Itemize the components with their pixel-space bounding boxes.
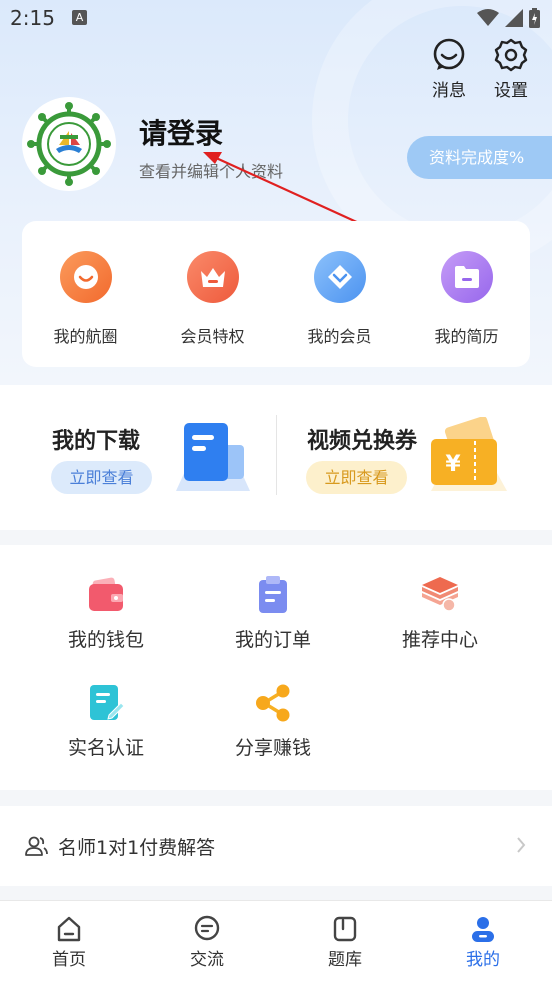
home-icon [57, 916, 81, 942]
quick-item-label: 我的航圈 [53, 327, 118, 346]
list-item-label: 名师1对1付费解答 [58, 836, 216, 859]
my-downloads-view-button[interactable]: 立即查看 [51, 461, 152, 494]
quick-item-icon-bg [186, 251, 239, 303]
clipboard-icon [259, 576, 287, 613]
quick-item-icon-bg [59, 251, 112, 303]
service-label: 推荐中心 [401, 629, 478, 651]
service-share-earn[interactable]: 分享赚钱 [188, 683, 358, 760]
service-real-name-verification[interactable]: 实名认证 [21, 683, 191, 760]
service-referral-center[interactable]: 推荐中心 [355, 575, 525, 652]
service-label: 分享赚钱 [234, 737, 311, 759]
quick-item-icon-bg [313, 251, 366, 303]
tab-label: 我的 [466, 950, 500, 970]
video-coupon-view-button[interactable]: 立即查看 [306, 461, 407, 494]
quick-item-my-circle[interactable]: 我的航圈 [31, 251, 141, 367]
settings-list: 名师1对1付费解答 [0, 806, 552, 886]
quick-item-icon-bg [440, 251, 493, 303]
video-coupon-title: 视频兑换券 [307, 429, 418, 454]
download-document-icon [176, 423, 250, 491]
services-grid: 我的钱包 我的订单 推荐中心 实名认证 分享赚钱 [0, 545, 552, 790]
tab-mine[interactable]: 我的 [414, 901, 552, 981]
share-icon [256, 684, 290, 722]
tab-discussion[interactable]: 交流 [138, 901, 276, 981]
my-downloads-card[interactable]: 我的下载 立即查看 [0, 385, 276, 530]
promo-section: 我的下载 立即查看 视频兑换券 立即查看 ¥ [0, 385, 552, 530]
service-label: 我的订单 [234, 629, 311, 651]
quick-item-member-privileges[interactable]: 会员特权 [158, 251, 268, 367]
quick-item-label: 我的会员 [307, 327, 372, 346]
service-wallet[interactable]: 我的钱包 [21, 575, 191, 652]
tab-label: 交流 [190, 950, 224, 970]
quick-item-label: 会员特权 [180, 327, 245, 346]
tab-home[interactable]: 首页 [0, 901, 138, 981]
diamond-icon [327, 265, 352, 289]
id-edit-icon [90, 685, 125, 720]
folder-icon [454, 266, 479, 288]
tab-label: 首页 [52, 950, 86, 970]
tab-question-bank[interactable]: 题库 [276, 901, 414, 981]
quick-item-my-membership[interactable]: 我的会员 [285, 251, 395, 367]
service-label: 我的钱包 [67, 629, 144, 651]
service-orders[interactable]: 我的订单 [188, 575, 358, 652]
video-coupon-card[interactable]: 视频兑换券 立即查看 ¥ [255, 385, 531, 530]
tab-label: 题库 [328, 950, 362, 970]
service-label: 实名认证 [67, 737, 144, 759]
list-item-paid-consultation[interactable]: 名师1对1付费解答 [0, 806, 552, 886]
chevron-right-icon [517, 837, 526, 853]
users-icon [25, 836, 48, 856]
chat-icon [194, 915, 220, 941]
quick-actions-card: 我的航圈 会员特权 我的会员 我的简历 [22, 221, 530, 367]
book-icon [333, 916, 357, 942]
quick-item-label: 我的简历 [434, 327, 499, 346]
user-icon [472, 917, 494, 942]
smile-face-icon [73, 265, 98, 289]
bottom-tab-bar: 首页 交流 题库 我的 [0, 900, 552, 981]
coupon-ticket-icon: ¥ [431, 417, 507, 491]
svg-text:¥: ¥ [445, 452, 461, 477]
layers-icon [422, 577, 458, 612]
quick-item-my-resume[interactable]: 我的简历 [412, 251, 522, 367]
wallet-icon [89, 577, 123, 611]
crown-icon [200, 268, 225, 287]
my-downloads-title: 我的下载 [52, 429, 141, 454]
